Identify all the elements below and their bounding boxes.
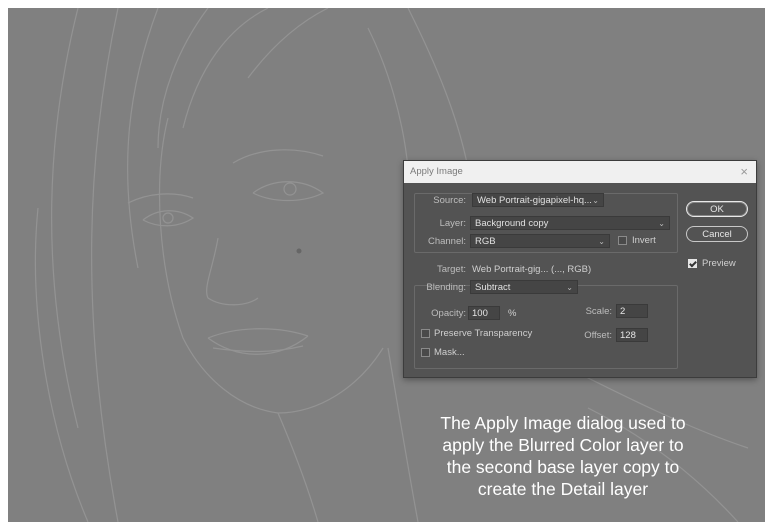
- opacity-input[interactable]: 100: [468, 306, 500, 320]
- caption-line: the second base layer copy to: [446, 457, 680, 477]
- preserve-transparency-checkbox[interactable]: [421, 329, 430, 338]
- offset-input[interactable]: 128: [616, 328, 648, 342]
- scale-label: Scale:: [585, 306, 612, 317]
- layer-value: Background copy: [475, 218, 549, 229]
- channel-value: RGB: [475, 236, 496, 247]
- apply-image-dialog: Apply Image × Source: Web Portrait-gigap…: [403, 160, 757, 378]
- chevron-down-icon: ⌄: [566, 283, 573, 292]
- chevron-down-icon: ⌄: [592, 196, 599, 205]
- blending-label: Blending:: [426, 282, 466, 293]
- target-value: Web Portrait-gig... (..., RGB): [472, 264, 592, 275]
- source-value: Web Portrait-gigapixel-hq...: [477, 195, 592, 206]
- cancel-button[interactable]: Cancel: [686, 226, 748, 242]
- source-dropdown[interactable]: Web Portrait-gigapixel-hq... ⌄: [472, 193, 604, 207]
- layer-label: Layer:: [439, 218, 466, 229]
- offset-label: Offset:: [584, 330, 612, 341]
- mask-checkbox[interactable]: [421, 348, 430, 357]
- invert-checkbox[interactable]: [618, 236, 627, 245]
- caption-text: The Apply Image dialog used to apply the…: [378, 412, 748, 500]
- opacity-label: Opacity:: [431, 308, 466, 319]
- opacity-unit: %: [508, 308, 517, 319]
- scale-input[interactable]: 2: [616, 304, 648, 318]
- source-label: Source:: [433, 195, 466, 206]
- dialog-title: Apply Image: [410, 166, 463, 177]
- channel-dropdown[interactable]: RGB ⌄: [470, 234, 610, 248]
- caption-line: The Apply Image dialog used to: [440, 413, 686, 433]
- ok-button[interactable]: OK: [686, 201, 748, 217]
- preview-checkbox[interactable]: [688, 259, 697, 268]
- channel-label: Channel:: [427, 236, 466, 247]
- close-icon[interactable]: ×: [740, 164, 748, 179]
- invert-label: Invert: [632, 235, 656, 246]
- preserve-transparency-label: Preserve Transparency: [434, 328, 533, 339]
- caption-line: create the Detail layer: [477, 479, 649, 499]
- mask-label: Mask...: [434, 347, 465, 358]
- layer-dropdown[interactable]: Background copy ⌄: [470, 216, 670, 230]
- preview-label: Preview: [702, 258, 736, 269]
- blending-dropdown[interactable]: Subtract ⌄: [470, 280, 578, 294]
- chevron-down-icon: ⌄: [598, 237, 605, 246]
- chevron-down-icon: ⌄: [658, 219, 665, 228]
- blending-value: Subtract: [475, 282, 511, 293]
- caption-line: apply the Blurred Color layer to: [442, 435, 684, 455]
- dialog-titlebar[interactable]: Apply Image ×: [404, 161, 756, 183]
- target-label: Target:: [436, 264, 466, 275]
